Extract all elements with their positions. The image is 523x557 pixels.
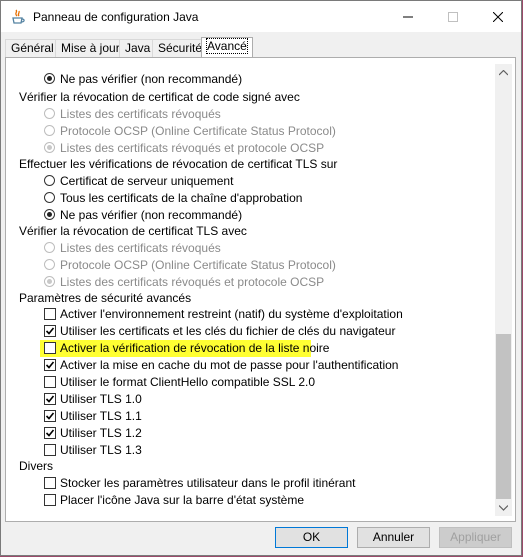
checkbox[interactable]: [44, 410, 56, 422]
title-bar[interactable]: Panneau de configuration Java: [1, 1, 521, 32]
section-label: Vérifier la révocation de certificat de …: [19, 90, 300, 104]
checkbox[interactable]: [44, 376, 56, 388]
minimize-icon[interactable]: [385, 1, 430, 32]
java-control-panel-window: Panneau de configuration Java Général Mi…: [0, 0, 522, 556]
cancel-button[interactable]: Annuler: [357, 527, 430, 548]
option-label: Tous les certificats de la chaîne d'appr…: [60, 191, 303, 205]
option-label: Listes des certificats révoqués: [60, 241, 221, 255]
checkmark-icon: [45, 429, 55, 437]
checkbox[interactable]: [44, 308, 56, 320]
section-label: Effectuer les vérifications de révocatio…: [19, 157, 338, 171]
option-label: Ne pas vérifier (non recommandé): [60, 208, 243, 222]
option-label: Utiliser TLS 1.0: [60, 392, 142, 406]
option-label: Stocker les paramètres utilisateur dans …: [60, 476, 356, 490]
tab-label: Avancé: [206, 38, 248, 54]
checkmark-icon: [45, 412, 55, 420]
tab-avance[interactable]: Avancé: [201, 37, 253, 58]
tab-label: Général: [11, 41, 54, 55]
option-label: Utiliser les certificats et les clés du …: [60, 324, 396, 338]
tab-securite[interactable]: Sécurité: [152, 39, 209, 57]
window-title: Panneau de configuration Java: [33, 10, 199, 24]
radio-button[interactable]: [44, 209, 55, 220]
tab-label: Sécurité: [158, 41, 203, 55]
radio-button: [44, 259, 55, 270]
radio-button: [44, 142, 55, 153]
checkmark-icon: [45, 327, 55, 335]
checkmark-icon: [45, 395, 55, 403]
radio-button[interactable]: [44, 73, 55, 84]
tab-label: Java: [125, 41, 151, 55]
option-label: Utiliser TLS 1.3: [60, 443, 142, 457]
checkmark-icon: [45, 361, 55, 369]
checkbox[interactable]: [44, 359, 56, 371]
apply-button: Appliquer: [439, 527, 512, 548]
close-icon[interactable]: [475, 1, 520, 32]
option-label: Listes des certificats révoqués et proto…: [60, 275, 325, 289]
section-label: Divers: [19, 459, 54, 473]
tab-general[interactable]: Général: [5, 39, 60, 57]
scroll-down-icon[interactable]: [495, 499, 512, 516]
tab-label: Mise à jour: [61, 41, 120, 55]
option-label: Certificat de serveur uniquement: [60, 174, 234, 188]
tab-bar: Général Mise à jour Java Sécurité Avancé: [5, 37, 517, 58]
section-label: Paramètres de sécurité avancés: [19, 291, 192, 305]
option-label: Utiliser TLS 1.2: [60, 426, 142, 440]
radio-button: [44, 242, 55, 253]
radio-button: [44, 108, 55, 119]
java-icon: [10, 9, 26, 25]
option-label: Listes des certificats révoqués: [60, 107, 221, 121]
option-label: Activer l'environnement restreint (natif…: [60, 307, 403, 321]
scrollbar-thumb[interactable]: [496, 334, 511, 499]
tab-mise-a-jour[interactable]: Mise à jour: [55, 39, 126, 57]
option-label: Placer l'icône Java sur la barre d'état …: [60, 493, 305, 507]
maximize-icon[interactable]: [430, 1, 475, 32]
settings-tree: Ne pas vérifier (non recommandé) Vérifie…: [11, 64, 493, 516]
checkbox[interactable]: [44, 325, 56, 337]
checkbox[interactable]: [44, 427, 56, 439]
option-label: Protocole OCSP (Online Certificate Statu…: [60, 258, 336, 272]
option-label: Ne pas vérifier (non recommandé): [60, 72, 243, 86]
radio-button[interactable]: [44, 175, 55, 186]
scroll-up-icon[interactable]: [495, 64, 512, 81]
section-label: Vérifier la révocation de certificat TLS…: [19, 224, 247, 238]
vertical-scrollbar[interactable]: [495, 64, 512, 516]
option-label: Utiliser le format ClientHello compatibl…: [60, 375, 315, 389]
radio-button: [44, 125, 55, 136]
option-label: Utiliser TLS 1.1: [60, 409, 142, 423]
checkbox[interactable]: [44, 494, 56, 506]
checkbox[interactable]: [44, 444, 56, 456]
ok-button[interactable]: OK: [275, 527, 348, 548]
checkbox[interactable]: [44, 342, 56, 354]
option-label: Activer la vérification de révocation de…: [60, 341, 330, 355]
radio-button: [44, 276, 55, 287]
option-label: Activer la mise en cache du mot de passe…: [60, 358, 399, 372]
checkbox[interactable]: [44, 393, 56, 405]
advanced-settings-panel: Ne pas vérifier (non recommandé) Vérifie…: [5, 57, 516, 522]
tab-java[interactable]: Java: [119, 39, 157, 57]
option-label: Protocole OCSP (Online Certificate Statu…: [60, 124, 336, 138]
checkbox[interactable]: [44, 477, 56, 489]
radio-button[interactable]: [44, 192, 55, 203]
option-label: Listes des certificats révoqués et proto…: [60, 141, 325, 155]
